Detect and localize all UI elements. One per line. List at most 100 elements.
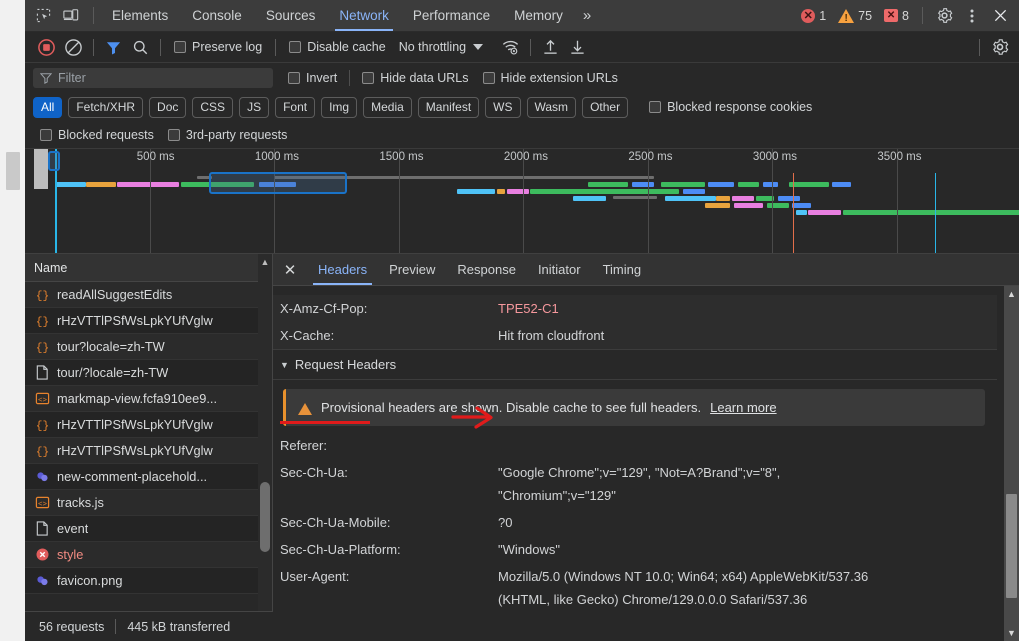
tab-response[interactable]: Response: [446, 254, 527, 285]
blocked-requests-checkbox[interactable]: Blocked requests: [33, 128, 161, 142]
upload-icon[interactable]: [537, 35, 564, 59]
type-filter-wasm[interactable]: Wasm: [526, 96, 577, 118]
search-input[interactable]: Filter: [33, 68, 273, 88]
request-row[interactable]: event: [25, 516, 272, 542]
request-row[interactable]: {} rHzVTTlPSfWsLpkYUfVglw: [25, 438, 272, 464]
tab-timing[interactable]: Timing: [592, 254, 653, 285]
more-tabs-icon[interactable]: »: [575, 0, 598, 31]
request-row[interactable]: favicon.png: [25, 568, 272, 594]
details-scroll-thumb[interactable]: [1006, 494, 1017, 598]
funnel-small-icon: [40, 73, 52, 84]
type-filter-js[interactable]: JS: [239, 96, 270, 118]
error-count[interactable]: ✕ 1: [796, 8, 831, 23]
invert-checkbox[interactable]: Invert: [281, 71, 344, 85]
preserve-log-checkbox[interactable]: Preserve log: [167, 40, 269, 54]
type-filter-all[interactable]: All: [33, 96, 63, 118]
disable-cache-checkbox[interactable]: Disable cache: [282, 40, 393, 54]
third-party-requests-checkbox[interactable]: 3rd-party requests: [161, 128, 294, 142]
type-filter-img[interactable]: Img: [321, 96, 358, 118]
details-chevron-down-icon[interactable]: ▼: [1007, 625, 1016, 641]
learn-more-link[interactable]: Learn more: [710, 400, 776, 415]
hide-extension-urls-checkbox[interactable]: Hide extension URLs: [476, 71, 625, 85]
tab-elements[interactable]: Elements: [100, 0, 180, 31]
tab-console[interactable]: Console: [180, 0, 254, 31]
request-row[interactable]: {} tour?locale=zh-TW: [25, 334, 272, 360]
overview-request-bar: [777, 196, 800, 201]
header-value: "Windows": [498, 542, 560, 557]
chevron-up-icon[interactable]: ▲: [261, 254, 270, 270]
tab-headers[interactable]: Headers: [307, 254, 378, 285]
issues-count[interactable]: ✕ 8: [879, 9, 914, 23]
request-row[interactable]: {} readAllSuggestEdits: [25, 282, 272, 308]
clear-icon[interactable]: [60, 35, 87, 59]
type-filter-media[interactable]: Media: [363, 96, 412, 118]
request-list-scrollbar[interactable]: ▲ ▼: [258, 254, 272, 641]
type-filter-fetch-xhr[interactable]: Fetch/XHR: [68, 96, 144, 118]
type-filter-css[interactable]: CSS: [192, 96, 234, 118]
inspect-element-icon[interactable]: [29, 3, 57, 29]
details-chevron-up-icon[interactable]: ▲: [1007, 286, 1016, 302]
svg-text:{}: {}: [35, 290, 49, 302]
device-toolbar-icon[interactable]: [57, 3, 85, 29]
devtools-panel: Elements Console Sources Network Perform…: [25, 0, 1019, 641]
devtools-tabs: Elements Console Sources Network Perform…: [100, 0, 598, 31]
headers-content[interactable]: X-Amz-Cf-Pop: TPE52-C1 X-Cache: Hit from cl…: [273, 286, 1019, 641]
overview-request-bar: [117, 182, 180, 187]
close-details-icon[interactable]: ✕: [273, 254, 307, 285]
overview-scroll-thumb[interactable]: [34, 149, 48, 189]
overview-selection-window[interactable]: [209, 172, 347, 194]
request-list[interactable]: {} readAllSuggestEdits {} rHzVTTlPSfWsLpkYU…: [25, 282, 272, 641]
request-name: rHzVTTlPSfWsLpkYUfVglw: [57, 313, 213, 328]
svg-text:{}: {}: [35, 316, 49, 328]
blocked-filters-row: Blocked requests 3rd-party requests: [25, 121, 1019, 149]
request-row[interactable]: <> tracks.js: [25, 490, 272, 516]
request-headers-section-header[interactable]: ▼ Request Headers: [273, 349, 997, 380]
tab-sources[interactable]: Sources: [254, 0, 328, 31]
close-icon[interactable]: [987, 3, 1013, 29]
tab-memory[interactable]: Memory: [502, 0, 575, 31]
tab-preview[interactable]: Preview: [378, 254, 446, 285]
blocked-response-cookies-checkbox[interactable]: Blocked response cookies: [642, 100, 819, 114]
request-row[interactable]: {} rHzVTTlPSfWsLpkYUfVglw: [25, 412, 272, 438]
type-filter-ws[interactable]: WS: [485, 96, 521, 118]
type-filter-other[interactable]: Other: [582, 96, 629, 118]
request-row[interactable]: style: [25, 542, 272, 568]
tab-network[interactable]: Network: [327, 0, 401, 31]
type-filter-doc[interactable]: Doc: [149, 96, 187, 118]
request-list-header[interactable]: Name: [25, 254, 272, 282]
network-overview[interactable]: 500 ms 1000 ms 1500 ms 2000 ms 2500 ms 3000 m…: [25, 149, 1019, 254]
request-row[interactable]: <> markmap-view.fcfa910ee9...: [25, 386, 272, 412]
details-scrollbar[interactable]: ▲ ▼: [1004, 286, 1019, 641]
tab-performance[interactable]: Performance: [401, 0, 502, 31]
error-icon: [34, 547, 50, 563]
search-icon[interactable]: [127, 35, 154, 59]
download-icon[interactable]: [564, 35, 591, 59]
json-icon: {}: [34, 417, 50, 433]
warning-count[interactable]: ! 75: [833, 8, 877, 24]
type-filter-manifest[interactable]: Manifest: [417, 96, 480, 118]
invert-label: Invert: [306, 71, 338, 85]
request-scroll-thumb[interactable]: [260, 482, 270, 552]
type-filter-font[interactable]: Font: [275, 96, 316, 118]
gear-icon[interactable]: [931, 3, 957, 29]
transferred-size-label: 445 kB transferred: [127, 619, 231, 634]
overview-tick-label: 2500 ms: [628, 151, 673, 163]
request-row[interactable]: tour/?locale=zh-TW: [25, 360, 272, 386]
page-scrollbar[interactable]: [0, 0, 25, 641]
tab-initiator[interactable]: Initiator: [527, 254, 592, 285]
page-scrollbar-thumb[interactable]: [6, 152, 20, 190]
overview-selection-left-handle[interactable]: [48, 151, 60, 171]
request-name: rHzVTTlPSfWsLpkYUfVglw: [57, 443, 213, 458]
overview-tick-label: 3000 ms: [752, 151, 797, 163]
wifi-settings-icon[interactable]: [497, 35, 524, 59]
hide-data-urls-box: [362, 72, 375, 84]
network-settings-gear-icon[interactable]: [986, 35, 1013, 59]
funnel-icon[interactable]: [100, 35, 127, 59]
throttling-dropdown[interactable]: No throttling: [393, 40, 489, 54]
overview-request-bar: [529, 189, 680, 194]
kebab-menu-icon[interactable]: [959, 3, 985, 29]
hide-data-urls-checkbox[interactable]: Hide data URLs: [355, 71, 475, 85]
request-row[interactable]: new-comment-placehold...: [25, 464, 272, 490]
record-stop-icon[interactable]: [33, 35, 60, 59]
request-row[interactable]: {} rHzVTTlPSfWsLpkYUfVglw: [25, 308, 272, 334]
